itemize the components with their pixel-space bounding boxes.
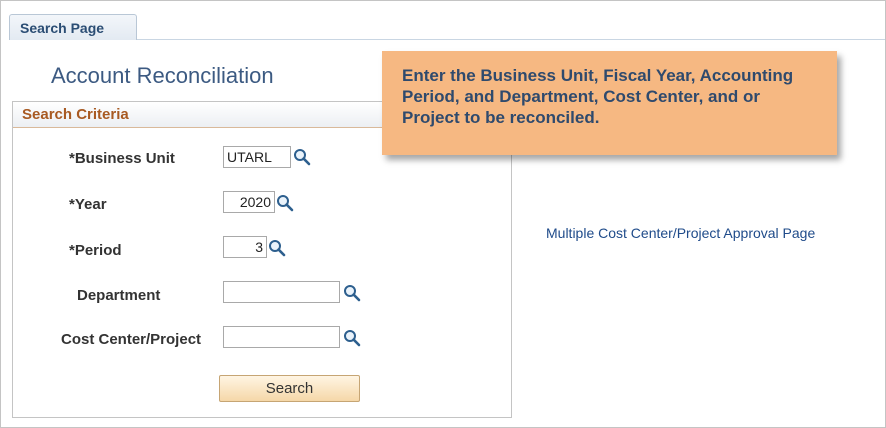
cost-center-project-field[interactable] [223, 326, 340, 348]
department-label: Department [77, 287, 161, 304]
tab-search-page[interactable]: Search Page [9, 14, 137, 40]
year-field[interactable] [223, 191, 275, 213]
business-unit-field[interactable] [223, 146, 291, 168]
instruction-callout: Enter the Business Unit, Fiscal Year, Ac… [382, 51, 837, 155]
tab-strip: Search Page [1, 1, 885, 41]
year-label: *Year [69, 196, 107, 213]
department-field[interactable] [223, 281, 340, 303]
search-button[interactable]: Search [219, 375, 360, 402]
year-lookup-icon[interactable] [276, 194, 294, 212]
period-lookup-icon[interactable] [268, 239, 286, 257]
page-title: Account Reconciliation [51, 63, 274, 88]
tab-divider [137, 39, 885, 40]
business-unit-lookup-icon[interactable] [293, 148, 311, 166]
cost-center-project-label: Cost Center/Project [61, 331, 202, 348]
period-label: *Period [69, 242, 122, 259]
business-unit-label: *Business Unit [69, 150, 175, 167]
app-frame: Search Page Account Reconciliation Searc… [0, 0, 886, 428]
period-field[interactable] [223, 236, 267, 258]
department-lookup-icon[interactable] [343, 284, 361, 302]
cost-center-project-lookup-icon[interactable] [343, 329, 361, 347]
multiple-cost-center-approval-link[interactable]: Multiple Cost Center/Project Approval Pa… [546, 225, 815, 241]
